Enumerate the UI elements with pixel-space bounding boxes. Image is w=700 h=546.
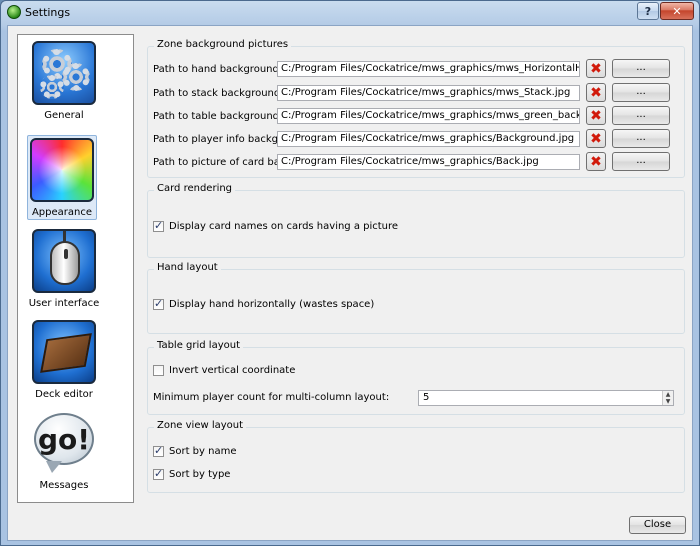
table-background-clear-button[interactable]: ✖: [586, 106, 606, 125]
invert-vertical-checkbox[interactable]: [153, 365, 164, 376]
hand-horizontal-option[interactable]: Display hand horizontally (wastes space): [153, 297, 375, 310]
group-title: Hand layout: [154, 262, 221, 273]
invert-vertical-label: Invert vertical coordinate: [169, 365, 296, 376]
window-title: Settings: [25, 6, 71, 19]
group-title: Card rendering: [154, 183, 236, 194]
player-info-background-path-input[interactable]: C:/Program Files/Cockatrice/mws_graphics…: [277, 131, 580, 147]
zone-background-group: Zone background pictures Path to hand ba…: [147, 39, 685, 178]
player-info-background-clear-button[interactable]: ✖: [586, 129, 606, 148]
sort-by-name-label: Sort by name: [169, 446, 237, 457]
window-close-button[interactable]: ✕: [660, 2, 694, 20]
category-appearance-label: Appearance: [31, 207, 93, 218]
card-back-path-input[interactable]: C:/Program Files/Cockatrice/mws_graphics…: [277, 154, 580, 170]
group-title: Table grid layout: [154, 340, 244, 351]
hand-background-label: Path to hand background:: [153, 64, 283, 75]
category-general[interactable]: General: [28, 39, 100, 122]
clear-icon: ✖: [590, 60, 602, 77]
clear-icon: ✖: [590, 107, 602, 124]
category-general-label: General: [44, 110, 84, 121]
spin-down-icon[interactable]: ▼: [663, 398, 673, 405]
stack-background-path-input[interactable]: C:/Program Files/Cockatrice/mws_graphics…: [277, 85, 580, 101]
min-players-value: 5: [423, 392, 430, 403]
hand-background-browse-button[interactable]: ...: [612, 59, 670, 78]
clear-icon: ✖: [590, 153, 602, 170]
sort-by-name-checkbox[interactable]: [153, 444, 164, 457]
settings-window: Settings ? ✕ General Appearance User int…: [0, 0, 700, 546]
color-wheel-icon: [30, 138, 94, 202]
card-back-label: Path to picture of card back:: [153, 157, 295, 168]
stack-background-clear-button[interactable]: ✖: [586, 83, 606, 102]
category-deck-editor-label: Deck editor: [35, 389, 93, 400]
category-deck-editor[interactable]: Deck editor: [28, 318, 100, 401]
table-background-label: Path to table background:: [153, 111, 283, 122]
group-title: Zone background pictures: [154, 39, 292, 50]
speech-bubble-icon: go!: [32, 411, 96, 475]
stack-background-browse-button[interactable]: ...: [612, 83, 670, 102]
min-players-label: Minimum player count for multi-column la…: [153, 392, 390, 403]
title-bar[interactable]: Settings ? ✕: [1, 1, 699, 25]
spin-arrows[interactable]: ▲ ▼: [662, 391, 673, 405]
category-messages[interactable]: go! Messages: [28, 409, 100, 492]
close-button[interactable]: Close: [629, 516, 686, 534]
invert-vertical-option[interactable]: Invert vertical coordinate: [153, 365, 295, 376]
hand-background-clear-button[interactable]: ✖: [586, 59, 606, 78]
display-card-names-label: Display card names on cards having a pic…: [169, 221, 399, 232]
card-back-browse-button[interactable]: ...: [612, 152, 670, 171]
help-button[interactable]: ?: [637, 2, 659, 20]
card-rendering-group: Card rendering Display card names on car…: [147, 183, 685, 258]
display-card-names-checkbox[interactable]: [153, 219, 164, 232]
stack-background-label: Path to stack background:: [153, 88, 284, 99]
gears-icon: [32, 41, 96, 105]
clear-icon: ✖: [590, 84, 602, 101]
hand-horizontal-checkbox[interactable]: [153, 297, 164, 310]
display-card-names-option[interactable]: Display card names on cards having a pic…: [153, 219, 399, 232]
category-appearance[interactable]: Appearance: [27, 135, 97, 220]
hand-background-path-input[interactable]: C:/Program Files/Cockatrice/mws_graphics…: [277, 61, 580, 77]
settings-category-list: General Appearance User interface Deck e…: [17, 34, 134, 503]
category-user-interface[interactable]: User interface: [28, 227, 100, 310]
sort-by-type-checkbox[interactable]: [153, 467, 164, 480]
table-background-browse-button[interactable]: ...: [612, 106, 670, 125]
hand-horizontal-label: Display hand horizontally (wastes space): [169, 299, 375, 310]
player-info-background-browse-button[interactable]: ...: [612, 129, 670, 148]
mouse-icon: [32, 229, 96, 293]
hand-layout-group: Hand layout Display hand horizontally (w…: [147, 262, 685, 334]
card-back-clear-button[interactable]: ✖: [586, 152, 606, 171]
zone-view-group: Zone view layout Sort by name Sort by ty…: [147, 420, 685, 493]
table-grid-group: Table grid layout Invert vertical coordi…: [147, 340, 685, 415]
min-players-spinbox[interactable]: 5 ▲ ▼: [418, 390, 674, 406]
category-user-interface-label: User interface: [28, 298, 100, 309]
app-icon: [7, 5, 21, 19]
sort-by-type-option[interactable]: Sort by type: [153, 467, 231, 480]
dialog-client-area: General Appearance User interface Deck e…: [7, 25, 693, 541]
group-title: Zone view layout: [154, 420, 247, 431]
sort-by-name-option[interactable]: Sort by name: [153, 444, 237, 457]
book-icon: [32, 320, 96, 384]
category-messages-label: Messages: [39, 480, 89, 491]
sort-by-type-label: Sort by type: [169, 469, 231, 480]
spin-up-icon[interactable]: ▲: [663, 391, 673, 398]
clear-icon: ✖: [590, 130, 602, 147]
table-background-path-input[interactable]: C:/Program Files/Cockatrice/mws_graphics…: [277, 108, 580, 124]
